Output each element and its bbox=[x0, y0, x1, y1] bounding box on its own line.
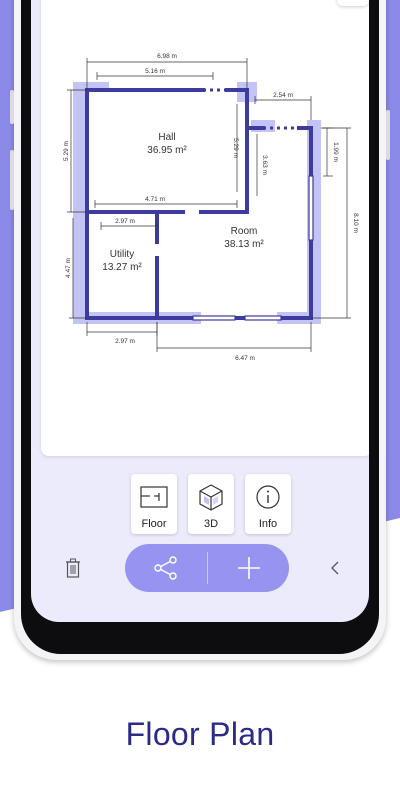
dim-top-hall: 5.16 m bbox=[145, 68, 165, 75]
chevron-left-icon[interactable] bbox=[329, 560, 341, 581]
floor-plan-drawing: 6.98 m 5.16 m 2.54 m 5.29 m 4.47 m 5.29 … bbox=[63, 53, 359, 362]
floor-plan-canvas[interactable]: 6.98 m 5.16 m 2.54 m 5.29 m 4.47 m 5.29 … bbox=[41, 0, 369, 456]
room-name-room: Room bbox=[231, 226, 258, 237]
caption-title: Floor Plan bbox=[125, 716, 275, 752]
dim-bottom-utility: 2.97 m bbox=[115, 338, 135, 345]
dim-right-upper: 1.99 m bbox=[332, 142, 339, 162]
info-icon bbox=[253, 482, 283, 512]
dim-right-total: 8.10 m bbox=[352, 213, 359, 233]
dim-left-utility: 4.47 m bbox=[65, 258, 72, 278]
cube-3d-icon bbox=[196, 482, 226, 512]
3d-view-button[interactable]: 3D bbox=[188, 474, 234, 534]
phone-side-button bbox=[10, 150, 14, 210]
pill-divider bbox=[207, 552, 208, 584]
room-name-utility: Utility bbox=[110, 249, 134, 260]
dim-hall-right: 5.29 m bbox=[232, 138, 239, 158]
floor-plan-icon bbox=[139, 482, 169, 512]
trash-icon[interactable] bbox=[65, 558, 81, 583]
dim-room-left: 3.63 m bbox=[261, 155, 268, 175]
room-name-hall: Hall bbox=[158, 132, 175, 143]
phone-frame: 6.98 m 5.16 m 2.54 m 5.29 m 4.47 m 5.29 … bbox=[10, 0, 390, 660]
bottom-action-bar bbox=[31, 544, 369, 604]
app-screen: 6.98 m 5.16 m 2.54 m 5.29 m 4.47 m 5.29 … bbox=[31, 0, 369, 622]
dim-top-total: 6.98 m bbox=[157, 53, 177, 60]
dim-utility-top: 2.97 m bbox=[115, 218, 135, 225]
phone-bezel: 6.98 m 5.16 m 2.54 m 5.29 m 4.47 m 5.29 … bbox=[21, 0, 379, 654]
wall-shadows bbox=[73, 82, 321, 324]
dim-bottom-room: 6.47 m bbox=[235, 355, 255, 362]
room-area-hall: 36.95 m² bbox=[147, 145, 187, 156]
dim-top-notch: 2.54 m bbox=[273, 92, 293, 99]
info-button[interactable]: Info bbox=[245, 474, 291, 534]
room-area-room: 38.13 m² bbox=[224, 239, 264, 250]
dim-hall-bottom: 4.71 m bbox=[145, 196, 165, 203]
room-labels: Hall 36.95 m² Room 38.13 m² Utility 13.2… bbox=[102, 132, 264, 273]
room-area-utility: 13.27 m² bbox=[102, 262, 142, 273]
plus-icon[interactable] bbox=[235, 554, 263, 587]
top-right-button[interactable] bbox=[337, 0, 369, 6]
floor-view-button[interactable]: Floor bbox=[131, 474, 177, 534]
share-icon[interactable] bbox=[153, 556, 179, 585]
action-pill bbox=[125, 544, 289, 592]
phone-side-button bbox=[386, 110, 390, 160]
info-label: Info bbox=[258, 518, 278, 530]
phone-side-button bbox=[10, 90, 14, 124]
dim-left-hall: 5.29 m bbox=[63, 141, 70, 161]
3d-view-label: 3D bbox=[203, 518, 219, 530]
floor-view-label: Floor bbox=[141, 518, 167, 530]
